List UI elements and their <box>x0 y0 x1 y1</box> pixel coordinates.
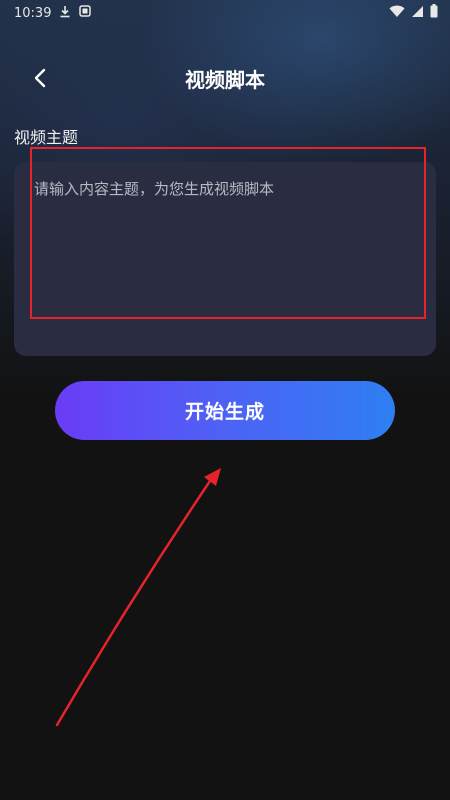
battery-icon <box>430 4 438 22</box>
app-notification-icon <box>79 5 92 21</box>
wifi-icon <box>389 5 405 22</box>
status-left: 10:39 <box>14 5 92 22</box>
download-icon <box>59 5 71 22</box>
page-title: 视频脚本 <box>185 68 265 92</box>
topic-input[interactable]: 请输入内容主题，为您生成视频脚本 <box>14 162 436 356</box>
status-right <box>389 4 438 22</box>
cellular-signal-icon <box>411 5 424 22</box>
status-time: 10:39 <box>14 5 52 21</box>
start-generate-label: 开始生成 <box>184 401 265 423</box>
topic-input-placeholder: 请输入内容主题，为您生成视频脚本 <box>34 180 275 198</box>
app-header: 视频脚本 <box>0 52 450 104</box>
annotation-arrow-head <box>204 468 221 486</box>
start-generate-button[interactable]: 开始生成 <box>55 381 395 440</box>
status-bar: 10:39 <box>0 0 450 26</box>
annotation-arrow-shaft <box>55 476 214 727</box>
section-label-video-topic: 视频主题 <box>14 128 79 147</box>
